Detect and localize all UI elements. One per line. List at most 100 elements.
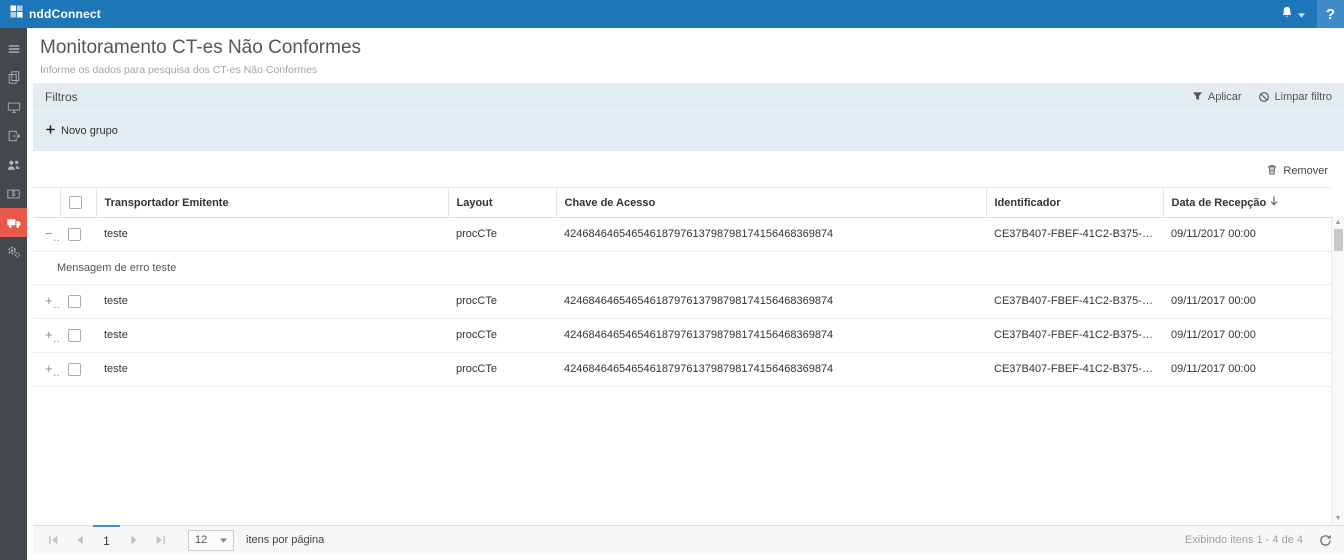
gear-icon xyxy=(6,244,21,259)
page-title: Monitoramento CT-es Não Conformes xyxy=(40,37,1344,59)
row-checkbox[interactable] xyxy=(68,295,81,308)
cell-transportador: teste xyxy=(96,319,448,353)
brand-grid-icon xyxy=(10,5,23,23)
cell-identificador: CE37B407-FBEF-41C2-B375-17E71DFDC92F xyxy=(986,218,1163,252)
header-expand-column xyxy=(33,188,60,218)
scrollbar-thumb[interactable] xyxy=(1334,229,1343,251)
filters-panel: Filtros Aplicar Limpar filtro xyxy=(33,83,1344,151)
table-row: + teste procCTe 424684646546546187976137… xyxy=(33,319,1331,353)
table-header-row: Transportador Emitente Layout Chave de A… xyxy=(33,188,1331,218)
new-group-button[interactable]: Novo grupo xyxy=(45,124,118,138)
brand[interactable]: nddConnect xyxy=(0,5,111,23)
column-label: Layout xyxy=(457,197,493,209)
column-label: Data de Recepção xyxy=(1172,197,1267,209)
svg-text:$: $ xyxy=(12,191,16,198)
remove-button[interactable]: Remover xyxy=(1266,163,1328,179)
notifications-menu[interactable] xyxy=(1269,0,1317,28)
cell-data-recepcao: 09/11/2017 00:00 xyxy=(1163,218,1331,252)
cell-layout: procCTe xyxy=(448,285,556,319)
page-number-button[interactable]: 1 xyxy=(93,525,120,554)
sidebar-item-billing[interactable]: $ xyxy=(0,179,27,208)
pager-status: Exibindo itens 1 - 4 de 4 xyxy=(1185,534,1303,546)
sidebar-item-settings[interactable] xyxy=(0,237,27,266)
vertical-scrollbar[interactable]: ▲ ▼ xyxy=(1331,216,1344,524)
column-header-data-recepcao[interactable]: Data de Recepção xyxy=(1163,188,1331,218)
cell-identificador: CE37B407-FBEF-41C2-B375-17E71DFDC92F xyxy=(986,319,1163,353)
cell-transportador: teste xyxy=(96,353,448,387)
column-label: Identificador xyxy=(995,197,1061,209)
select-all-checkbox[interactable] xyxy=(69,196,82,209)
bell-icon xyxy=(1281,5,1293,24)
column-header-layout[interactable]: Layout xyxy=(448,188,556,218)
expand-row-button[interactable]: + xyxy=(41,362,53,375)
collapse-row-button[interactable]: − xyxy=(41,227,53,240)
cell-identificador: CE37B407-FBEF-41C2-B375-17E71DFDC92F xyxy=(986,285,1163,319)
header-checkbox-column xyxy=(60,188,96,218)
clear-filter-label: Limpar filtro xyxy=(1275,91,1332,103)
export-icon xyxy=(7,129,21,143)
sidebar: $ xyxy=(0,28,27,560)
sidebar-item-cte-monitoring[interactable] xyxy=(0,208,27,237)
main-content: Monitoramento CT-es Não Conformes Inform… xyxy=(27,28,1344,560)
previous-page-button[interactable] xyxy=(66,526,93,554)
trash-icon xyxy=(1266,163,1278,179)
apply-filter-label: Aplicar xyxy=(1208,91,1242,103)
cell-data-recepcao: 09/11/2017 00:00 xyxy=(1163,319,1331,353)
cell-transportador: teste xyxy=(96,218,448,252)
users-icon xyxy=(6,158,21,172)
pagination-bar: 1 12 itens por página Exibindo itens 1 -… xyxy=(33,525,1344,554)
first-page-button[interactable] xyxy=(39,526,66,554)
expand-row-button[interactable]: + xyxy=(41,328,53,341)
grid-toolbar: Remover xyxy=(27,151,1344,179)
new-group-label: Novo grupo xyxy=(61,125,118,137)
cell-transportador: teste xyxy=(96,285,448,319)
table-row: − teste procCTe 424684646546546187976137… xyxy=(33,218,1331,252)
column-header-chave[interactable]: Chave de Acesso xyxy=(556,188,986,218)
column-header-identificador[interactable]: Identificador xyxy=(986,188,1163,218)
refresh-icon[interactable] xyxy=(1319,534,1332,547)
last-page-button[interactable] xyxy=(147,526,174,554)
row-checkbox[interactable] xyxy=(68,363,81,376)
apply-filter-button[interactable]: Aplicar xyxy=(1192,91,1242,103)
billing-icon: $ xyxy=(6,187,21,201)
detail-row: Mensagem de erro teste xyxy=(33,252,1331,285)
filters-title: Filtros xyxy=(45,90,78,104)
cell-data-recepcao: 09/11/2017 00:00 xyxy=(1163,285,1331,319)
per-page-label: itens por página xyxy=(246,534,324,546)
help-button[interactable]: ? xyxy=(1317,0,1344,28)
column-label: Transportador Emitente xyxy=(105,197,229,209)
table-row: + teste procCTe 424684646546546187976137… xyxy=(33,285,1331,319)
sidebar-item-menu[interactable] xyxy=(0,34,27,63)
cell-chave: 4246846465465461879761379879817415646836… xyxy=(556,319,986,353)
remove-label: Remover xyxy=(1283,165,1328,177)
chevron-down-icon xyxy=(1298,5,1305,23)
row-checkbox[interactable] xyxy=(68,329,81,342)
cell-identificador: CE37B407-FBEF-41C2-B375-17E71DFDC92F xyxy=(986,353,1163,387)
scroll-down-icon[interactable]: ▼ xyxy=(1332,512,1344,524)
select-caret-icon xyxy=(220,534,227,546)
column-label: Chave de Acesso xyxy=(565,197,656,209)
cell-chave: 4246846465465461879761379879817415646836… xyxy=(556,353,986,387)
column-header-transportador[interactable]: Transportador Emitente xyxy=(96,188,448,218)
filters-header: Filtros Aplicar Limpar filtro xyxy=(33,83,1344,110)
table-row: + teste procCTe 424684646546546187976137… xyxy=(33,353,1331,387)
row-checkbox[interactable] xyxy=(68,228,81,241)
documents-icon xyxy=(7,70,21,85)
sidebar-item-users[interactable] xyxy=(0,150,27,179)
cell-chave: 4246846465465461879761379879817415646836… xyxy=(556,285,986,319)
page-size-select[interactable]: 12 xyxy=(188,530,234,551)
expand-row-button[interactable]: + xyxy=(41,294,53,307)
sidebar-item-devices[interactable] xyxy=(0,92,27,121)
next-page-button[interactable] xyxy=(120,526,147,554)
sidebar-item-export[interactable] xyxy=(0,121,27,150)
plus-icon xyxy=(45,124,56,138)
sidebar-item-documents[interactable] xyxy=(0,63,27,92)
page-size-value: 12 xyxy=(195,534,207,546)
cte-grid: Transportador Emitente Layout Chave de A… xyxy=(33,187,1331,387)
pager-right: Exibindo itens 1 - 4 de 4 xyxy=(1185,534,1344,547)
cell-layout: procCTe xyxy=(448,319,556,353)
brand-name: nddConnect xyxy=(29,7,101,21)
scroll-up-icon[interactable]: ▲ xyxy=(1332,216,1344,228)
funnel-icon xyxy=(1192,91,1203,102)
clear-filter-button[interactable]: Limpar filtro xyxy=(1258,91,1332,103)
